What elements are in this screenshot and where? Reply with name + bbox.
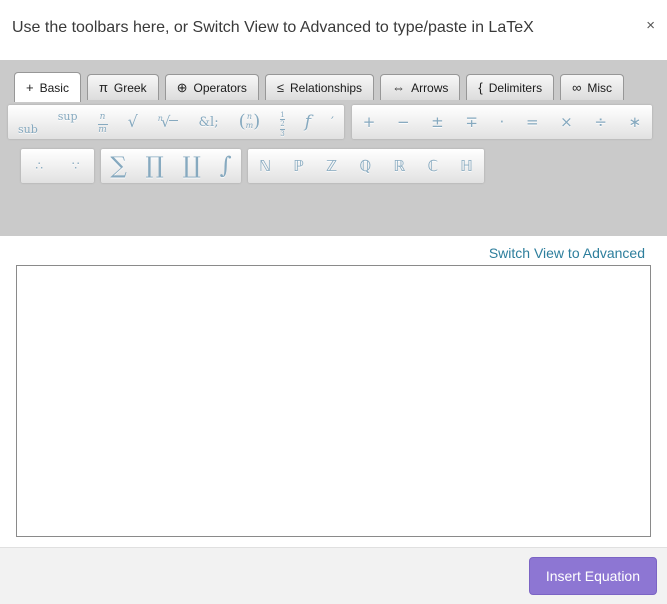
center-dot-button[interactable]: · (498, 114, 507, 130)
root-index: n (157, 113, 163, 123)
brace-icon: { (478, 80, 483, 95)
because-button[interactable]: ∵ (70, 160, 82, 172)
tab-delimiters[interactable]: { Delimiters (466, 74, 555, 100)
tab-misc[interactable]: ∞ Misc (560, 74, 625, 100)
plus-button[interactable]: + (361, 114, 378, 130)
binomial-bottom: m (245, 121, 254, 130)
tab-operators[interactable]: ⊕ Operators (164, 74, 259, 100)
prime-glyph: ′ (331, 115, 334, 130)
product-button[interactable]: ∏ (144, 154, 166, 178)
plus-icon: + (26, 80, 34, 95)
tab-label: Basic (39, 80, 69, 95)
rationals-button[interactable]: ℚ (357, 158, 373, 174)
integers-button[interactable]: ℤ (324, 158, 339, 174)
summation-button[interactable]: ∑ (108, 154, 128, 178)
dialog-title: Use the toolbars here, or Switch View to… (12, 19, 534, 36)
divide-button[interactable]: ÷ (592, 114, 609, 130)
sqrt-button[interactable]: √ (126, 114, 140, 130)
minus-button[interactable]: − (395, 114, 412, 130)
tab-label: Operators (193, 80, 247, 95)
basic-structures-group: sub sup n m √ n√ &l; ( n m) 1 2 3 f ′ (8, 105, 344, 139)
dialog-footer: Insert Equation (0, 547, 667, 604)
infinity-icon: ∞ (572, 80, 582, 95)
binomial-button[interactable]: ( n m ) (237, 111, 263, 132)
number-sets-group: ℕ ℙ ℤ ℚ ℝ ℂ ℍ (248, 149, 484, 183)
circled-plus-icon: ⊕ (176, 79, 188, 95)
stack-mid: 2 (280, 119, 285, 129)
toolbar-row-2: ∴ ∵ ∑ ∏ ∐ ∫ ℕ ℙ ℤ ℚ ℝ ℂ ℍ (0, 149, 667, 183)
logic-symbols-group: ∴ ∵ (21, 149, 94, 183)
pi-icon: π (98, 80, 108, 95)
subscript-button[interactable]: sub (16, 115, 40, 135)
double-arrow-icon: ⇔ (392, 80, 406, 95)
entity-glyph-button[interactable]: &l; (196, 115, 220, 129)
insert-equation-button[interactable]: Insert Equation (528, 557, 657, 595)
equals-button[interactable]: = (524, 114, 541, 130)
superscript-glyph: sup (57, 110, 78, 123)
quaternions-button[interactable]: ℍ (458, 158, 475, 174)
tab-label: Misc (587, 80, 613, 95)
nth-root-button[interactable]: n√ (156, 113, 181, 130)
tab-label: Arrows (411, 80, 449, 95)
integral-button[interactable]: ∫ (218, 154, 234, 178)
therefore-button[interactable]: ∴ (33, 160, 45, 172)
fraction-denominator: m (98, 125, 107, 135)
tab-label: Relationships (290, 80, 363, 95)
reals-button[interactable]: ℝ (391, 158, 407, 174)
stack-bottom: 3 (280, 128, 285, 138)
function-glyph: f (304, 111, 312, 132)
prime-button[interactable]: ′ (329, 115, 336, 129)
arithmetic-operators-group: + − ± ∓ · = × ÷ ∗ (352, 105, 652, 139)
less-equal-icon: ≤ (276, 80, 285, 95)
tab-bar: + Basic π Greek ⊕ Operators ≤ Relationsh… (14, 72, 667, 102)
naturals-button[interactable]: ℕ (257, 158, 273, 174)
equation-editor-dialog: Use the toolbars here, or Switch View to… (0, 0, 667, 604)
complex-button[interactable]: ℂ (425, 158, 439, 174)
stacked-fraction-button[interactable]: 1 2 3 (278, 106, 286, 138)
dialog-header: Use the toolbars here, or Switch View to… (0, 0, 667, 60)
function-button[interactable]: f (303, 111, 313, 132)
binomial-glyph: ( n m ) (238, 111, 261, 132)
editor-content-area: Switch View to Advanced (0, 236, 667, 547)
fraction-glyph: n m (97, 112, 108, 136)
fraction-numerator: n (99, 112, 106, 123)
open-paren: ( (238, 111, 246, 132)
close-paren: ) (253, 111, 261, 132)
big-operators-group: ∑ ∏ ∐ ∫ (101, 149, 241, 183)
fraction-button[interactable]: n m (96, 108, 110, 136)
subscript-glyph: sub (18, 123, 38, 136)
binomial-column: n m (245, 112, 254, 131)
root-vinculum (169, 119, 179, 121)
stacked-fraction-glyph: 1 2 3 (280, 110, 285, 138)
entity-glyph: &l; (198, 115, 219, 130)
plus-minus-button[interactable]: ± (429, 114, 446, 130)
stack-top: 1 (280, 110, 285, 119)
equation-input[interactable] (16, 265, 651, 537)
minus-plus-button[interactable]: ∓ (463, 114, 480, 130)
tab-label: Greek (113, 80, 147, 95)
asterisk-operator-button[interactable]: ∗ (627, 114, 644, 130)
coproduct-button[interactable]: ∐ (181, 154, 203, 178)
tab-arrows[interactable]: ⇔ Arrows (380, 74, 461, 100)
tab-basic[interactable]: + Basic (14, 72, 81, 102)
sqrt-glyph: √ (127, 112, 138, 131)
toolbar-row-1: sub sup n m √ n√ &l; ( n m) 1 2 3 f ′ +… (0, 105, 667, 139)
close-icon[interactable]: × (646, 18, 655, 33)
switch-view-advanced-link[interactable]: Switch View to Advanced (489, 245, 645, 261)
times-button[interactable]: × (558, 114, 575, 130)
toolbar-region: + Basic π Greek ⊕ Operators ≤ Relationsh… (0, 60, 667, 236)
tab-label: Delimiters (488, 80, 543, 95)
primes-button[interactable]: ℙ (291, 158, 306, 174)
tab-relationships[interactable]: ≤ Relationships (264, 74, 375, 100)
superscript-button[interactable]: sup (56, 111, 80, 129)
tab-greek[interactable]: π Greek (86, 74, 159, 100)
